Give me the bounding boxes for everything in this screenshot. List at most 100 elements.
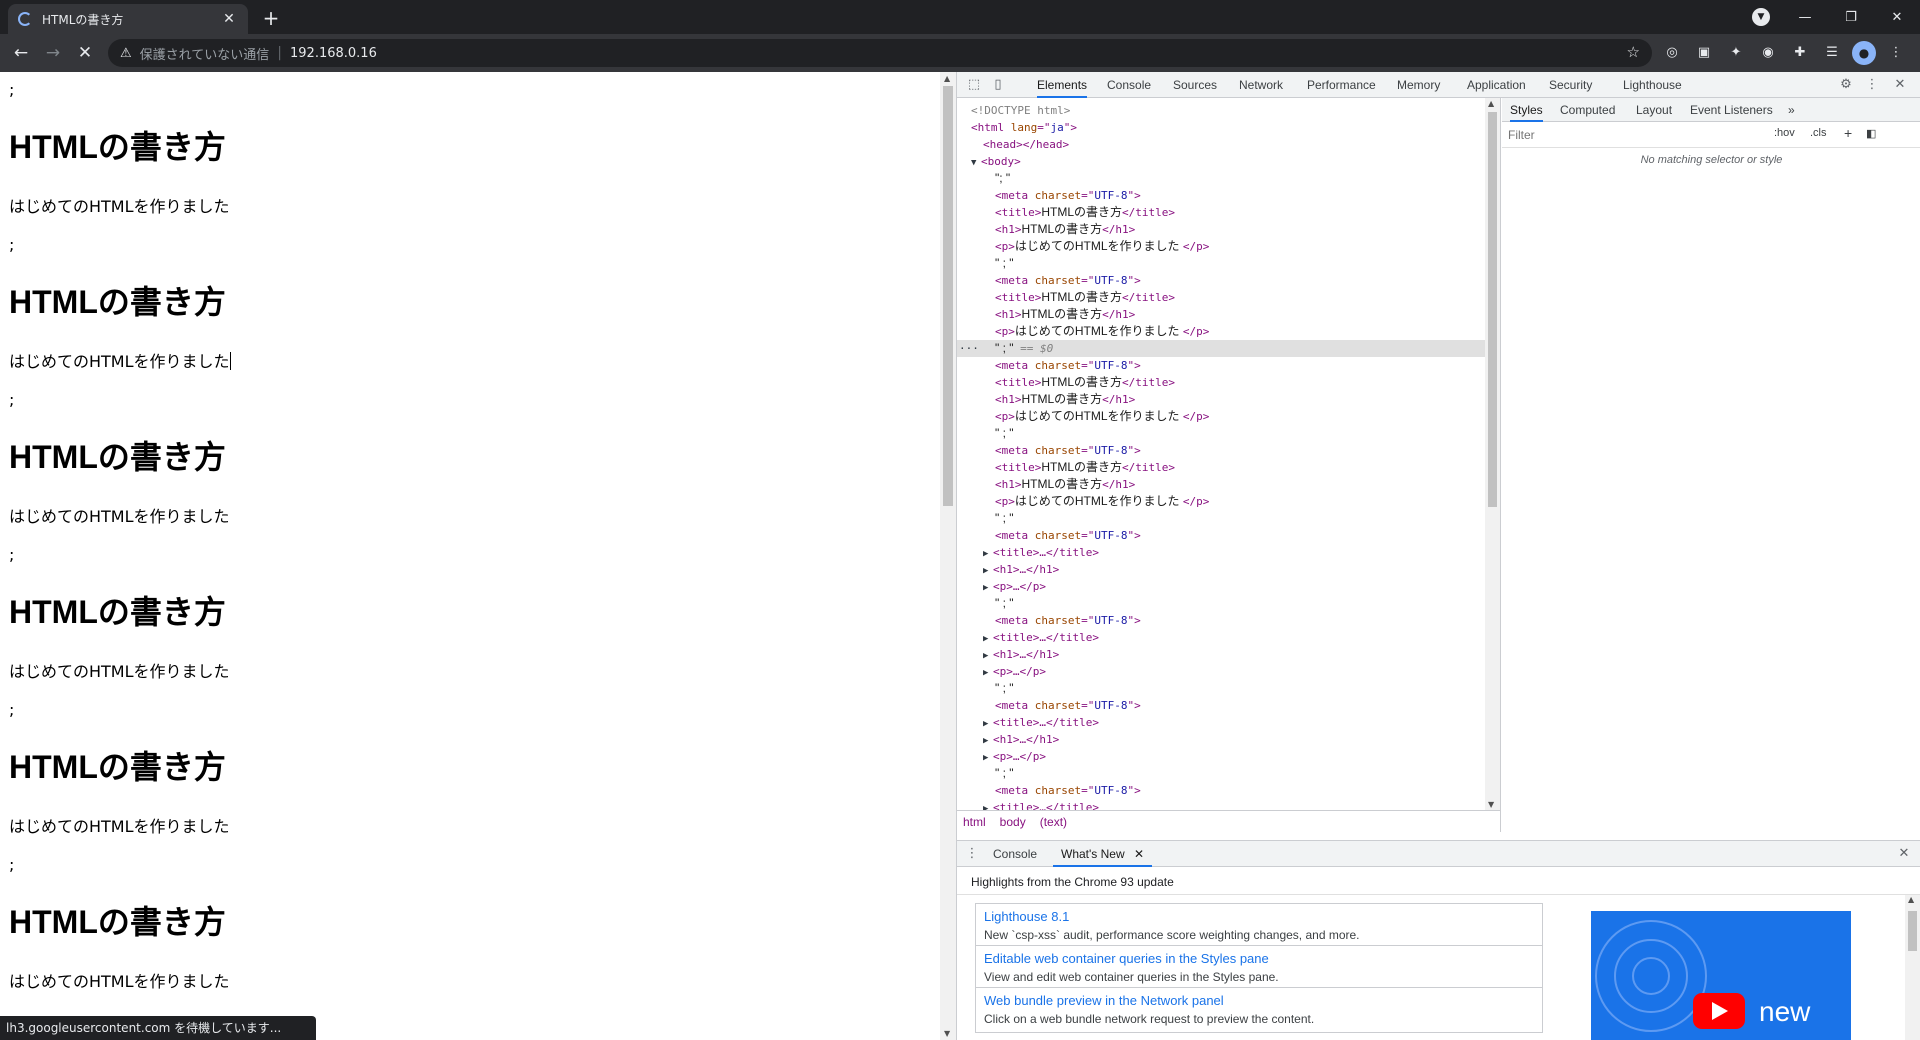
toggle-sidebar-icon[interactable]: ◧ xyxy=(1866,127,1876,140)
dom-node-line[interactable]: <meta charset="UTF-8"> xyxy=(995,697,1141,714)
dom-node-line[interactable]: <meta charset="UTF-8"> xyxy=(995,782,1141,799)
drawer-scroll-up-icon[interactable]: ▲ xyxy=(1908,895,1914,904)
dom-node-line[interactable]: " ; " xyxy=(995,425,1014,442)
whats-new-card[interactable]: Editable web container queries in the St… xyxy=(975,945,1543,991)
dom-node-line[interactable]: "; " xyxy=(995,170,1010,187)
dom-node-line[interactable]: <p>はじめてのHTMLを作りました </p> xyxy=(995,323,1209,340)
elements-scroll-thumb[interactable] xyxy=(1488,112,1497,507)
drawer-menu-icon[interactable]: ⋮ xyxy=(963,845,981,863)
dom-node-line[interactable]: <h1>HTMLの書き方</h1> xyxy=(995,391,1135,408)
profile-avatar[interactable]: ● xyxy=(1852,41,1876,65)
whats-new-card[interactable]: Web bundle preview in the Network panel C… xyxy=(975,987,1543,1033)
elements-scrollbar[interactable]: ▲ ▼ xyxy=(1485,98,1500,810)
dom-node-line[interactable]: <meta charset="UTF-8"> xyxy=(995,187,1141,204)
dom-node-line[interactable]: ▶ <title>…</title> xyxy=(983,629,1099,646)
dom-node-line[interactable]: <h1>HTMLの書き方</h1> xyxy=(995,221,1135,238)
tab-application[interactable]: Application xyxy=(1467,72,1526,98)
whats-new-card-title[interactable]: Editable web container queries in the St… xyxy=(984,950,1534,968)
dom-node-line[interactable]: " ; " xyxy=(995,680,1014,697)
drawer-close-icon[interactable]: ✕ xyxy=(1895,845,1913,863)
dom-node-line[interactable]: <title>HTMLの書き方</title> xyxy=(995,289,1175,306)
dom-node-line[interactable]: ▶ <h1>…</h1> xyxy=(983,731,1059,748)
dom-node-line[interactable]: " ; " xyxy=(995,765,1014,782)
dom-node-line[interactable]: <meta charset="UTF-8"> xyxy=(995,612,1141,629)
extension-icon-1[interactable]: ◎ xyxy=(1660,41,1684,65)
whats-new-card-title[interactable]: Lighthouse 8.1 xyxy=(984,908,1534,926)
dom-node-line[interactable]: " ; " xyxy=(995,255,1014,272)
whats-new-card[interactable]: Lighthouse 8.1 New `csp-xss` audit, perfo… xyxy=(975,903,1543,949)
forward-button[interactable]: → xyxy=(40,40,66,66)
dom-node-line[interactable]: <p>はじめてのHTMLを作りました </p> xyxy=(995,408,1209,425)
dom-node-line[interactable]: " ; " xyxy=(995,510,1014,527)
inspect-element-icon[interactable]: ⬚ xyxy=(965,76,983,94)
more-tabs-icon[interactable]: » xyxy=(1788,98,1795,122)
cls-toggle[interactable]: .cls xyxy=(1810,127,1827,139)
whats-new-card-title[interactable]: Web bundle preview in the Network panel xyxy=(984,992,1534,1010)
elements-scroll-up-icon[interactable]: ▲ xyxy=(1488,99,1494,108)
back-button[interactable]: ← xyxy=(8,40,34,66)
new-tab-button[interactable]: + xyxy=(258,6,284,32)
styles-filter-input[interactable] xyxy=(1508,126,1768,144)
dom-node-line[interactable]: <p>はじめてのHTMLを作りました </p> xyxy=(995,493,1209,510)
page-scroll-thumb[interactable] xyxy=(943,86,953,506)
dom-node-line[interactable]: <h1>HTMLの書き方</h1> xyxy=(995,306,1135,323)
extension-icon-2[interactable]: ▣ xyxy=(1692,41,1716,65)
scroll-down-icon[interactable]: ▼ xyxy=(944,1029,950,1038)
tab-sources[interactable]: Sources xyxy=(1173,72,1217,98)
drawer-scroll-thumb[interactable] xyxy=(1908,911,1917,951)
breadcrumb-body[interactable]: body xyxy=(1000,815,1026,829)
dom-node-line[interactable]: <title>HTMLの書き方</title> xyxy=(995,374,1175,391)
drawer-scrollbar[interactable]: ▲ xyxy=(1905,895,1920,1040)
elements-scroll-down-icon[interactable]: ▼ xyxy=(1488,800,1494,809)
devtools-close-icon[interactable]: ✕ xyxy=(1891,76,1909,94)
tab-search-icon[interactable]: ▼ xyxy=(1752,8,1770,26)
tab-event-listeners[interactable]: Event Listeners xyxy=(1690,98,1773,122)
dom-node-line[interactable]: <title>HTMLの書き方</title> xyxy=(995,459,1175,476)
dom-node-line[interactable]: " ; " xyxy=(995,595,1014,612)
hov-toggle[interactable]: :hov xyxy=(1774,127,1795,139)
dom-node-line[interactable]: <!DOCTYPE html> xyxy=(971,102,1070,119)
tab-security[interactable]: Security xyxy=(1549,72,1592,98)
tab-elements[interactable]: Elements xyxy=(1037,72,1088,98)
scroll-up-icon[interactable]: ▲ xyxy=(944,74,950,83)
reading-list-icon[interactable]: ☰ xyxy=(1820,41,1844,65)
dom-node-line[interactable]: ▶ <p>…</p> xyxy=(983,748,1046,765)
breadcrumb-html[interactable]: html xyxy=(963,815,986,829)
security-label[interactable]: 保護されていない通信 xyxy=(140,44,270,63)
device-toolbar-icon[interactable]: ▯ xyxy=(989,76,1007,94)
dom-node-line[interactable]: ▶ <h1>…</h1> xyxy=(983,646,1059,663)
dom-node-line[interactable]: <title>HTMLの書き方</title> xyxy=(995,204,1175,221)
dom-node-line[interactable]: ▶ <title>…</title> xyxy=(983,799,1099,810)
page-scrollbar[interactable]: ▲ ▼ xyxy=(940,72,956,1040)
dom-node-line[interactable]: <meta charset="UTF-8"> xyxy=(995,272,1141,289)
dom-node-line[interactable]: ▶ <p>…</p> xyxy=(983,578,1046,595)
tab-console[interactable]: Console xyxy=(1107,72,1151,98)
dom-node-line[interactable]: <meta charset="UTF-8"> xyxy=(995,527,1141,544)
chrome-menu-icon[interactable]: ⋮ xyxy=(1884,41,1908,65)
address-bar[interactable]: ⚠ 保護されていない通信 | 192.168.0.16 ☆ xyxy=(108,39,1652,67)
dom-node-line[interactable]: ▶ <p>…</p> xyxy=(983,663,1046,680)
extensions-puzzle-icon[interactable]: ✚ xyxy=(1788,41,1812,65)
dom-node-line[interactable]: <p>はじめてのHTMLを作りました </p> xyxy=(995,238,1209,255)
tab-styles[interactable]: Styles xyxy=(1510,98,1543,122)
tab-computed[interactable]: Computed xyxy=(1560,98,1615,122)
promo-video-thumbnail[interactable]: new xyxy=(1591,911,1851,1040)
tab-network[interactable]: Network xyxy=(1239,72,1283,98)
extension-icon-4[interactable]: ◉ xyxy=(1756,41,1780,65)
minimize-icon[interactable]: — xyxy=(1782,10,1828,25)
drawer-tab-console[interactable]: Console xyxy=(993,841,1037,867)
extension-icon-3[interactable]: ✦ xyxy=(1724,41,1748,65)
tab-layout[interactable]: Layout xyxy=(1636,98,1672,122)
stop-loading-button[interactable]: ✕ xyxy=(72,40,98,66)
settings-gear-icon[interactable]: ⚙ xyxy=(1837,76,1855,94)
close-window-icon[interactable]: ✕ xyxy=(1874,10,1920,25)
dom-node-line[interactable]: <meta charset="UTF-8"> xyxy=(995,442,1141,459)
tab-memory[interactable]: Memory xyxy=(1397,72,1440,98)
dom-node-line[interactable]: <html lang="ja"> xyxy=(971,119,1077,136)
browser-tab[interactable]: HTMLの書き方 ✕ xyxy=(8,4,248,34)
warning-icon[interactable]: ⚠ xyxy=(120,46,132,61)
drawer-tab-close-icon[interactable]: ✕ xyxy=(1134,847,1144,861)
dom-node-line[interactable]: <meta charset="UTF-8"> xyxy=(995,357,1141,374)
url-text[interactable]: 192.168.0.16 xyxy=(290,46,377,61)
dom-node-line[interactable]: ▼ <body> xyxy=(971,153,1021,170)
